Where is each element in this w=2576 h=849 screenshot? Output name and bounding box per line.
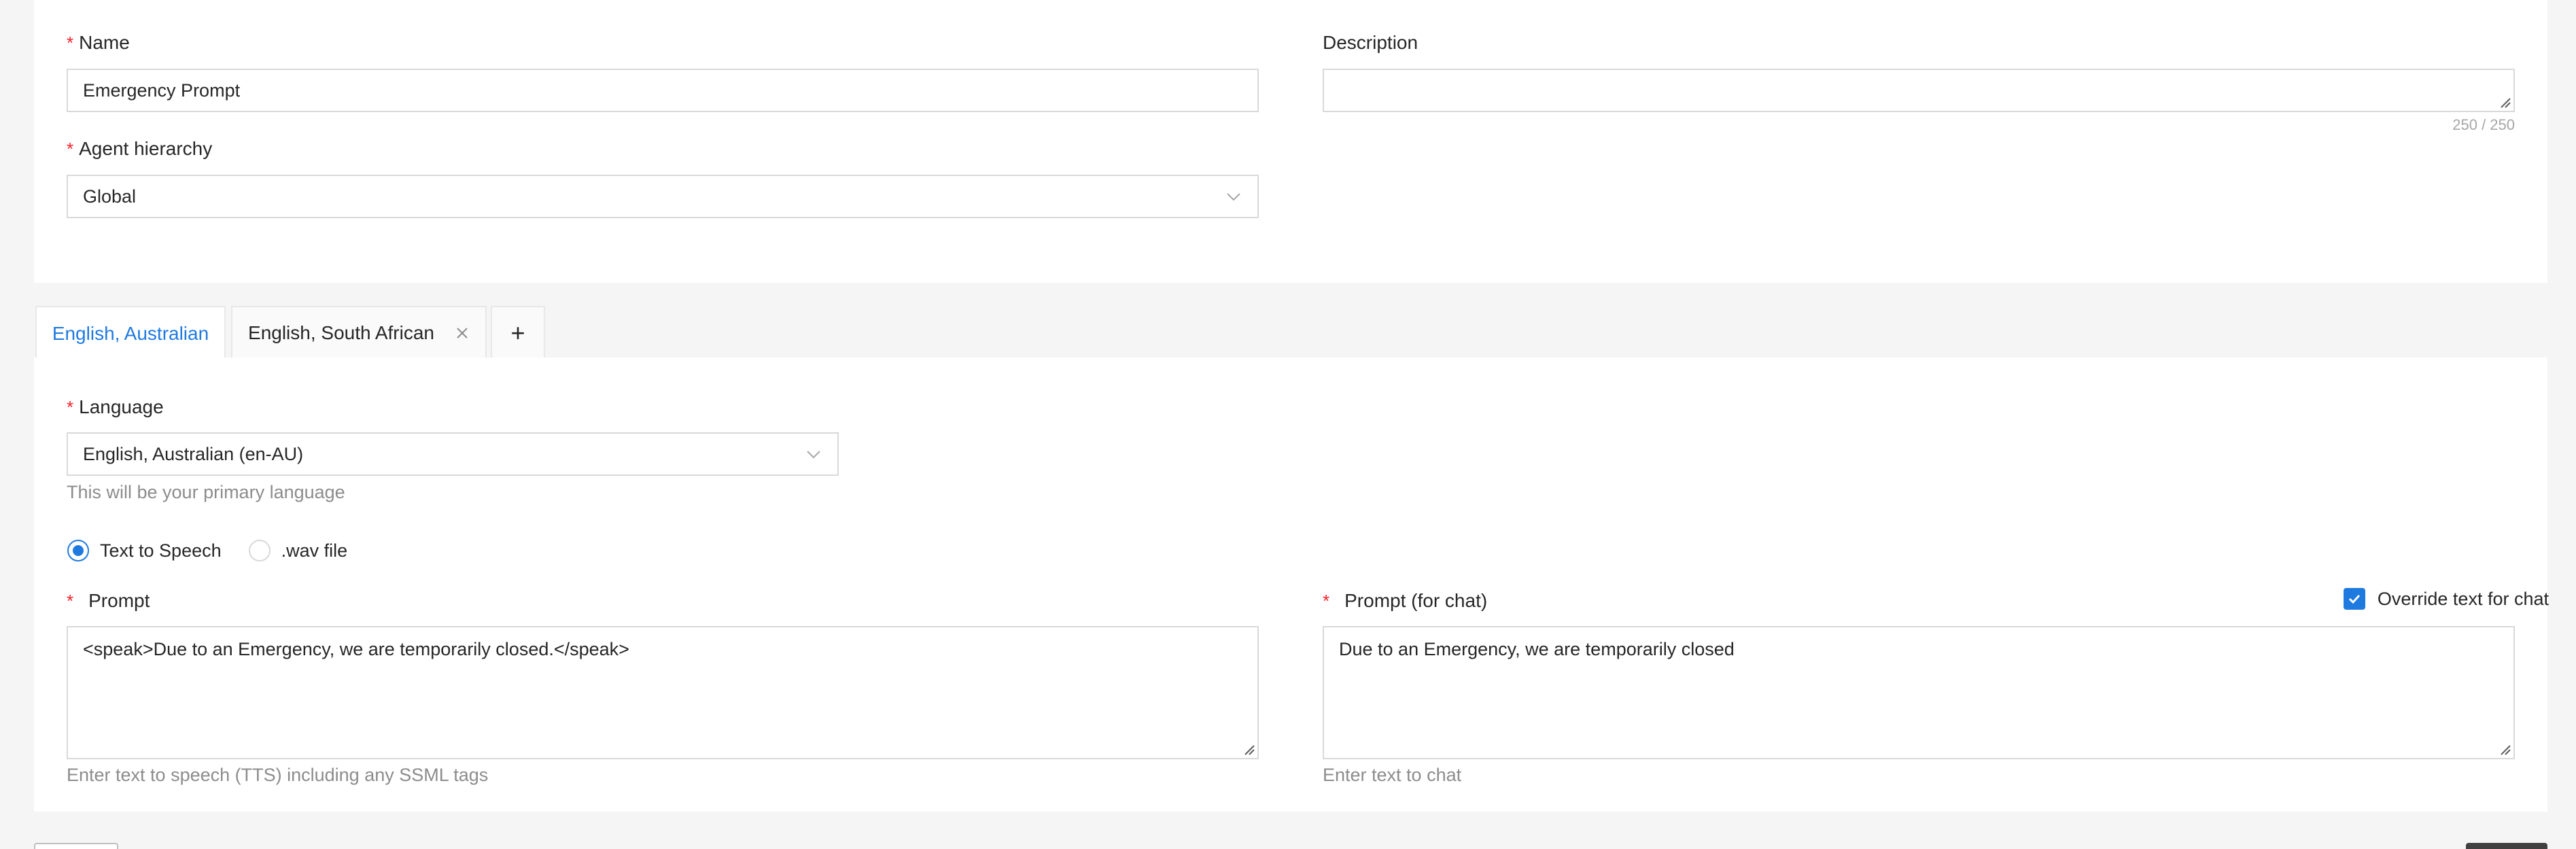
radio-unchecked-icon[interactable]: [248, 540, 271, 561]
chevron-down-icon: [807, 451, 820, 459]
chevron-down-icon: [1227, 193, 1240, 201]
radio-label: Text to Speech: [100, 540, 222, 561]
tab-english-south-african[interactable]: English, South African: [231, 306, 487, 359]
tab-english-australian[interactable]: English, Australian: [35, 306, 226, 360]
prompt-chat-value: Due to an Emergency, we are temporarily …: [1339, 639, 1735, 659]
prompt-help: Enter text to speech (TTS) including any…: [67, 765, 489, 785]
add-tab-button[interactable]: +: [491, 306, 545, 359]
hierarchy-select[interactable]: Global: [67, 175, 1259, 218]
name-label: * Name: [67, 32, 130, 53]
override-label: Override text for chat: [2377, 588, 2549, 609]
language-label: * Language: [67, 396, 164, 417]
close-icon[interactable]: [455, 326, 470, 341]
required-mark: *: [67, 139, 74, 159]
tab-label: English, South African: [248, 322, 434, 343]
hierarchy-label: * Agent hierarchy: [67, 138, 213, 159]
details-card: [34, 0, 2547, 283]
language-help: This will be your primary language: [67, 482, 345, 502]
language-select[interactable]: English, Australian (en-AU): [67, 432, 839, 476]
tab-label: English, Australian: [52, 323, 209, 344]
prompt-chat-textarea[interactable]: Due to an Emergency, we are temporarily …: [1323, 626, 2515, 759]
description-counter: 250 / 250: [2452, 116, 2515, 133]
language-select-value: English, Australian (en-AU): [83, 444, 304, 464]
required-mark: *: [67, 397, 74, 417]
required-mark: *: [67, 33, 74, 53]
footer-left-button[interactable]: [34, 843, 118, 849]
resize-grip-icon[interactable]: [2499, 743, 2511, 755]
radio-label: .wav file: [281, 540, 348, 561]
hierarchy-select-value: Global: [83, 186, 137, 207]
description-label: Description: [1323, 32, 1418, 53]
prompt-textarea[interactable]: <speak>Due to an Emergency, we are tempo…: [67, 626, 1259, 759]
radio-wav-file[interactable]: .wav file: [248, 540, 348, 561]
description-textarea[interactable]: [1323, 69, 2515, 112]
checkbox-checked-icon[interactable]: [2343, 588, 2365, 610]
prompt-label: * Prompt: [67, 590, 150, 611]
required-mark: *: [67, 591, 74, 611]
radio-text-to-speech[interactable]: Text to Speech: [67, 540, 222, 561]
required-mark: *: [1323, 591, 1330, 611]
mode-radio-group: Text to Speech .wav file: [67, 540, 375, 561]
footer-right-button[interactable]: [2466, 843, 2547, 849]
radio-checked-icon[interactable]: [67, 540, 89, 561]
prompt-chat-label: * Prompt (for chat): [1323, 590, 1488, 611]
prompt-chat-help: Enter text to chat: [1323, 765, 1462, 785]
override-chat-checkbox[interactable]: Override text for chat: [2343, 588, 2549, 610]
resize-grip-icon[interactable]: [2499, 96, 2511, 108]
name-input-value: Emergency Prompt: [83, 80, 241, 101]
prompt-value: <speak>Due to an Emergency, we are tempo…: [83, 639, 629, 659]
plus-icon: +: [510, 319, 525, 347]
resize-grip-icon[interactable]: [1242, 743, 1255, 755]
name-input[interactable]: Emergency Prompt: [67, 69, 1259, 112]
